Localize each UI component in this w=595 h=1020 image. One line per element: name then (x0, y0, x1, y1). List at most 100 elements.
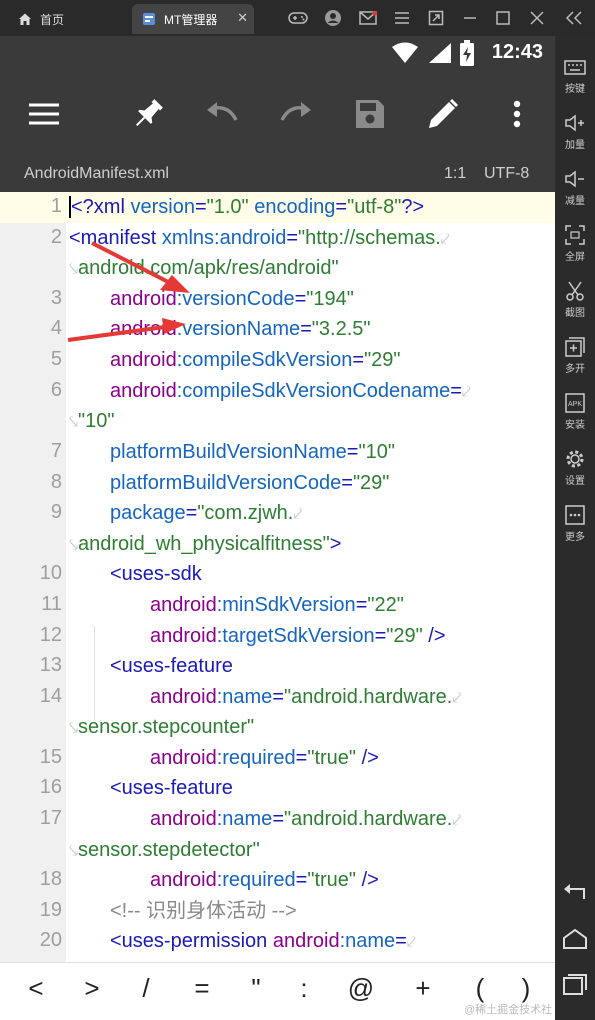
close-window-icon[interactable] (527, 8, 547, 28)
wrap-right-icon: ⤦ (293, 506, 303, 523)
wrap-right-icon: ⤦ (440, 231, 450, 248)
menu-button[interactable] (22, 92, 66, 136)
line-number: 13 (39, 654, 62, 676)
maximize-icon[interactable] (493, 8, 513, 28)
emulator-sidebar: 按键 加量 减量 全屏 截图 多开 APK 安装 设置 更多 (555, 36, 595, 1020)
symbol-key[interactable]: : (284, 973, 324, 1004)
status-bar: 12:43 (0, 36, 555, 72)
code-line-3: android:versionCode="194" (110, 288, 354, 310)
mail-icon[interactable] (358, 8, 378, 28)
symbol-key[interactable]: = (182, 973, 222, 1004)
code-line-13: <uses-feature (110, 655, 233, 677)
tab-close-icon[interactable]: ✕ (237, 10, 248, 26)
gamepad-icon[interactable] (288, 8, 308, 28)
sidebar-item-screenshot[interactable]: 截图 (555, 274, 595, 326)
menu-icon[interactable] (392, 8, 412, 28)
tab-home[interactable]: 首页 (6, 4, 126, 34)
line-number: 11 (41, 593, 62, 615)
sidebar-item-label: 多开 (565, 364, 585, 375)
account-icon[interactable] (323, 8, 343, 28)
pin-icon (135, 99, 163, 127)
wrap-right-icon: ⤦ (461, 384, 471, 401)
home-icon (19, 13, 31, 25)
sidebar-item-install[interactable]: APK 安装 (555, 386, 595, 438)
code-line-8: platformBuildVersionCode="29" (110, 472, 390, 494)
code-line-15: android:required="true" /> (150, 747, 379, 769)
sidebar-item-label: 更多 (565, 532, 585, 543)
home-nav-icon[interactable] (562, 926, 588, 952)
wrap-left-icon: ⤥ (69, 537, 79, 554)
status-time: 12:43 (491, 41, 543, 63)
symbol-key[interactable]: " (236, 973, 276, 1004)
save-button[interactable] (348, 92, 392, 136)
minimize-icon[interactable] (460, 8, 480, 28)
code-line-17-wrap: ⤥sensor.stepdetector" (69, 839, 260, 861)
symbol-key[interactable]: ) (506, 973, 546, 1004)
edit-button[interactable] (421, 92, 465, 136)
sidebar-item-label: 安装 (565, 420, 585, 431)
svg-text:APK: APK (568, 401, 582, 408)
code-line-11: android:minSdkVersion="22" (150, 594, 404, 616)
symbol-key[interactable]: < (16, 973, 56, 1004)
code-line-16: <uses-feature (110, 777, 233, 799)
redo-button[interactable] (274, 92, 318, 136)
line-number: 7 (50, 440, 62, 462)
file-encoding[interactable]: UTF-8 (484, 165, 529, 183)
wrap-left-icon: ⤥ (69, 720, 79, 737)
app-icon (143, 13, 155, 25)
line-number: 8 (50, 471, 62, 493)
tab-home-label: 首页 (40, 12, 65, 27)
hamburger-icon (29, 103, 59, 125)
symbol-key[interactable]: ( (460, 973, 500, 1004)
keyboard-icon (564, 60, 586, 75)
tab-mt-manager[interactable]: MT管理器 ✕ (132, 4, 254, 34)
wrap-right-icon: ⤦ (406, 934, 416, 951)
sidebar-item-label: 加量 (565, 140, 585, 151)
line-number: 9 (50, 501, 62, 523)
file-info-bar: AndroidManifest.xml 1:1 UTF-8 (0, 158, 555, 192)
sidebar-item-label: 全屏 (565, 252, 585, 263)
symbol-input-bar: < > / = " : @ + ( ) @稀土掘金技术社区 (0, 962, 555, 1020)
back-icon[interactable] (562, 881, 588, 907)
sidebar-item-more[interactable]: 更多 (555, 498, 595, 550)
scissors-icon (566, 281, 584, 301)
sidebar-item-settings[interactable]: 设置 (555, 442, 595, 494)
more-icon (565, 505, 585, 525)
sidebar-item-volume-down[interactable]: 减量 (555, 162, 595, 214)
pin-button[interactable] (126, 92, 170, 136)
sidebar-item-multi-instance[interactable]: 多开 (555, 330, 595, 382)
watermark: @稀土掘金技术社区 (464, 1004, 553, 1016)
wrap-left-icon: ⤥ (69, 414, 79, 431)
redo-icon (280, 102, 311, 121)
code-line-1: <?xml version="1.0" encoding="utf-8"?> (69, 196, 425, 218)
line-number: 2 (50, 226, 62, 248)
code-line-10: <uses-sdk (110, 563, 202, 585)
wrap-right-icon: ⤦ (452, 812, 462, 829)
line-number: 20 (39, 929, 62, 951)
sidebar-item-volume-up[interactable]: 加量 (555, 106, 595, 158)
code-editor[interactable]: 1 2 3 4 5 6 7 8 9 10 11 12 13 14 15 16 17 18 19 20 <?xml ve… (0, 192, 555, 962)
code-line-19: <!-- 识别身体活动 --> (110, 900, 297, 922)
more-options-button[interactable] (495, 92, 539, 136)
symbol-key[interactable]: + (403, 973, 443, 1004)
sidebar-item-fullscreen[interactable]: 全屏 (555, 218, 595, 270)
symbol-key[interactable]: > (72, 973, 112, 1004)
code-line-14-wrap: ⤥sensor.stepcounter" (69, 716, 255, 738)
undo-button[interactable] (200, 92, 244, 136)
collapse-sidebar-icon[interactable] (564, 8, 584, 28)
more-vert-icon (513, 100, 521, 128)
file-name: AndroidManifest.xml (24, 165, 169, 182)
recent-apps-icon[interactable] (562, 972, 588, 998)
code-line-18: android:required="true" /> (150, 869, 379, 891)
tab-mt-label: MT管理器 (164, 12, 218, 27)
symbol-key[interactable]: @ (341, 973, 381, 1004)
sidebar-item-keys[interactable]: 按键 (555, 50, 595, 102)
line-number: 19 (39, 899, 62, 921)
line-number: 12 (39, 624, 62, 646)
line-number: 18 (39, 868, 62, 890)
symbol-key[interactable]: / (126, 973, 166, 1004)
pin-window-icon[interactable] (426, 8, 446, 28)
sidebar-item-label: 设置 (565, 476, 585, 487)
volume-down-icon (565, 170, 584, 188)
indent-guide (94, 626, 95, 720)
